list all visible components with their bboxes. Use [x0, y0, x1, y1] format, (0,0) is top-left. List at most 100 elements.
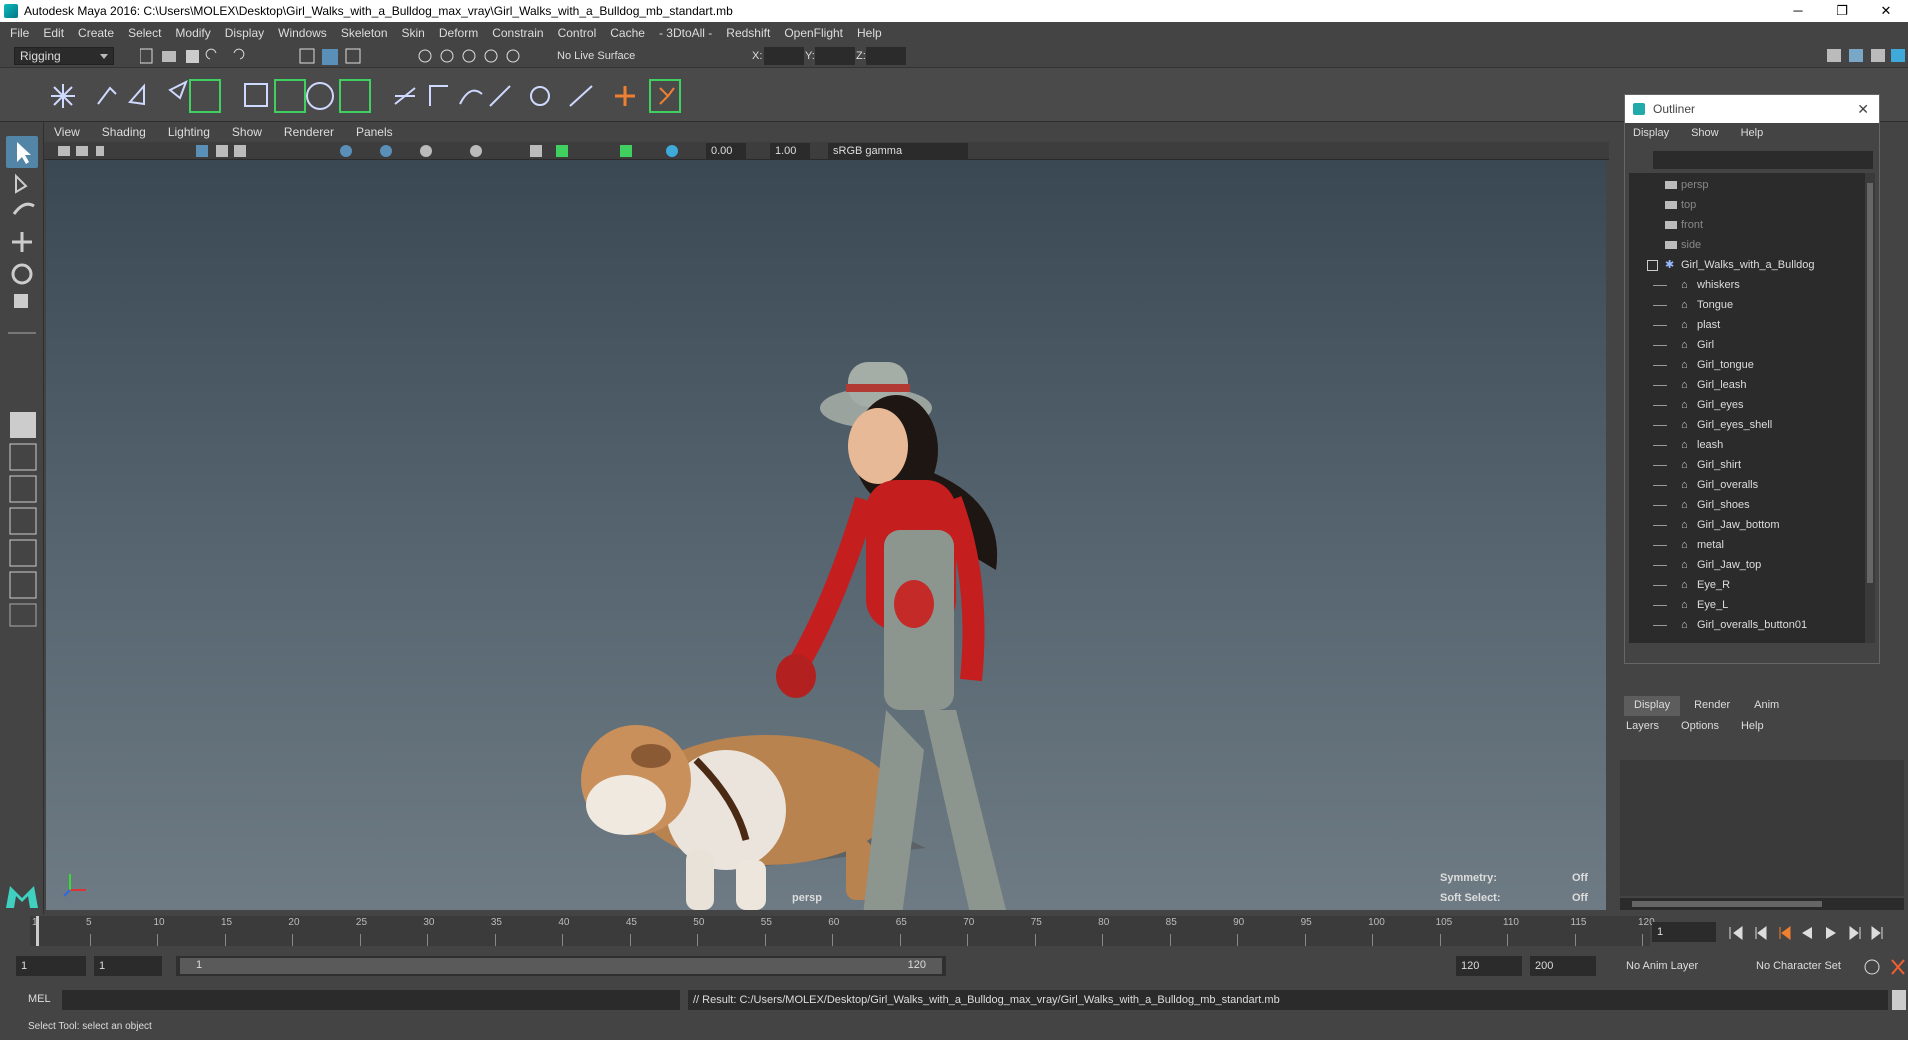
- timeline-tick: [899, 934, 901, 946]
- mesh-icon: ⌂: [1681, 459, 1688, 471]
- live-surface-label[interactable]: No Live Surface: [557, 50, 635, 62]
- outliner-item[interactable]: ⌂ metal: [1629, 535, 1869, 555]
- menu-select[interactable]: Select: [128, 26, 161, 40]
- menu-set-dropdown[interactable]: Rigging: [14, 47, 114, 65]
- viewport-menu-view[interactable]: View: [54, 125, 80, 139]
- outliner-item[interactable]: ⌂ Girl: [1629, 335, 1869, 355]
- timeline-tick: [89, 934, 91, 946]
- restore-button[interactable]: ❐: [1820, 0, 1864, 22]
- script-language-toggle[interactable]: MEL: [28, 993, 51, 1005]
- layer-list[interactable]: [1620, 760, 1904, 896]
- character-set-dropdown[interactable]: No Character Set: [1756, 960, 1841, 972]
- outliner-menu-help[interactable]: Help: [1741, 127, 1764, 139]
- menu-cache[interactable]: Cache: [610, 26, 645, 40]
- outliner-item[interactable]: ⌂ leash: [1629, 435, 1869, 455]
- playback-controls[interactable]: [1726, 924, 1906, 942]
- menu-openflight[interactable]: OpenFlight: [784, 26, 843, 40]
- exposure-field[interactable]: 0.00: [706, 143, 746, 159]
- gamma-field[interactable]: 1.00: [770, 143, 810, 159]
- prefs-icons[interactable]: [1862, 956, 1908, 978]
- current-frame-field[interactable]: 1: [1652, 922, 1716, 942]
- outliner-group-root[interactable]: ✱ Girl_Walks_with_a_Bulldog: [1629, 255, 1869, 275]
- timeline-tick-label: 105: [1435, 917, 1453, 928]
- viewport-toolbar-icons[interactable]: [56, 143, 696, 159]
- menu-skeleton[interactable]: Skeleton: [341, 26, 388, 40]
- timeline-tick-label: 30: [423, 917, 435, 928]
- layer-tab-anim[interactable]: Anim: [1744, 696, 1789, 716]
- menu-display[interactable]: Display: [225, 26, 264, 40]
- viewport-menu-show[interactable]: Show: [232, 125, 262, 139]
- minimize-button[interactable]: ─: [1776, 0, 1820, 22]
- layer-menu-layers[interactable]: Layers: [1626, 720, 1659, 732]
- layer-menu-options[interactable]: Options: [1681, 720, 1719, 732]
- outliner-item[interactable]: ⌂ Girl_eyes_shell: [1629, 415, 1869, 435]
- layer-tab-render[interactable]: Render: [1684, 696, 1740, 716]
- playback-start-field[interactable]: 1: [94, 956, 162, 976]
- outliner-item[interactable]: ⌂ Tongue: [1629, 295, 1869, 315]
- outliner-item[interactable]: ⌂ Girl_Jaw_top: [1629, 555, 1869, 575]
- viewport-menu-renderer[interactable]: Renderer: [284, 125, 334, 139]
- layer-menu-help[interactable]: Help: [1741, 720, 1764, 732]
- menu-edit[interactable]: Edit: [43, 26, 64, 40]
- outliner-item[interactable]: ⌂ Eye_R: [1629, 575, 1869, 595]
- outliner-camera-persp[interactable]: persp: [1629, 175, 1869, 195]
- range-slider-bar[interactable]: 1 120: [176, 956, 946, 976]
- outliner-item[interactable]: ⌂ Girl_eyes: [1629, 395, 1869, 415]
- viewport-menu-lighting[interactable]: Lighting: [168, 125, 210, 139]
- outliner-camera-front[interactable]: front: [1629, 215, 1869, 235]
- workspace-icons[interactable]: [1825, 46, 1908, 66]
- outliner-item[interactable]: ⌂ Girl_tongue: [1629, 355, 1869, 375]
- menu-redshift[interactable]: Redshift: [726, 26, 770, 40]
- shelf-tools[interactable]: [20, 74, 700, 118]
- outliner-item[interactable]: ⌂ Girl_shoes: [1629, 495, 1869, 515]
- color-space-dropdown[interactable]: sRGB gamma: [828, 143, 968, 159]
- z-field[interactable]: [866, 47, 906, 65]
- menu-3dtoall[interactable]: - 3DtoAll -: [659, 26, 712, 40]
- animation-start-field[interactable]: 1: [16, 956, 86, 976]
- outliner-item[interactable]: ⌂ Girl_Jaw_bottom: [1629, 515, 1869, 535]
- outliner-item[interactable]: ⌂ Eye_L: [1629, 595, 1869, 615]
- viewport-menu-panels[interactable]: Panels: [356, 125, 393, 139]
- outliner-item[interactable]: ⌂ Girl_shirt: [1629, 455, 1869, 475]
- outliner-camera-top[interactable]: top: [1629, 195, 1869, 215]
- menu-modify[interactable]: Modify: [175, 26, 210, 40]
- outliner-item[interactable]: ⌂ Girl_overalls: [1629, 475, 1869, 495]
- viewport-menu-shading[interactable]: Shading: [102, 125, 146, 139]
- outliner-item[interactable]: ⌂ whiskers: [1629, 275, 1869, 295]
- menu-control[interactable]: Control: [558, 26, 597, 40]
- menu-skin[interactable]: Skin: [402, 26, 425, 40]
- outliner-item[interactable]: ⌂ plast: [1629, 315, 1869, 335]
- outliner-close-button[interactable]: ✕: [1857, 95, 1869, 123]
- outliner-item[interactable]: ⌂ Girl_overalls_button01: [1629, 615, 1869, 635]
- outliner-search-input[interactable]: [1653, 151, 1873, 169]
- menu-windows[interactable]: Windows: [278, 26, 327, 40]
- y-field[interactable]: [815, 47, 855, 65]
- script-editor-icon[interactable]: [1892, 990, 1906, 1010]
- close-button[interactable]: ✕: [1864, 0, 1908, 22]
- layer-scrollbar[interactable]: [1620, 898, 1904, 910]
- outliner-menu-show[interactable]: Show: [1691, 127, 1719, 139]
- menu-help[interactable]: Help: [857, 26, 882, 40]
- outliner-camera-side[interactable]: side: [1629, 235, 1869, 255]
- menu-deform[interactable]: Deform: [439, 26, 478, 40]
- collapse-icon[interactable]: [1647, 260, 1658, 271]
- command-input[interactable]: [62, 990, 680, 1010]
- tool-icons[interactable]: [4, 134, 40, 674]
- outliner-item[interactable]: ⌂ Girl_leash: [1629, 375, 1869, 395]
- menu-file[interactable]: File: [10, 26, 29, 40]
- outliner-item-label: Girl_overalls_button01: [1697, 619, 1808, 631]
- outliner-scrollbar[interactable]: [1865, 173, 1875, 643]
- menu-create[interactable]: Create: [78, 26, 114, 40]
- anim-layer-dropdown[interactable]: No Anim Layer: [1626, 960, 1698, 972]
- timeline-tick-label: 55: [760, 917, 772, 928]
- time-slider-track[interactable]: 1 5 10 15 20 25 30 35 40 45 50 55 60 65 70 75 80 85 90 95 10…: [30, 916, 1655, 946]
- menu-constrain[interactable]: Constrain: [492, 26, 543, 40]
- outliner-tree[interactable]: persp top front side ✱ Girl_Walks_with_a_Bull…: [1629, 173, 1869, 643]
- scale-tool-icon: [14, 294, 28, 308]
- outliner-menu-display[interactable]: Display: [1633, 127, 1669, 139]
- current-time-indicator[interactable]: [36, 916, 39, 946]
- playback-end-field[interactable]: 120: [1456, 956, 1522, 976]
- x-field[interactable]: [764, 47, 804, 65]
- animation-end-field[interactable]: 200: [1530, 956, 1596, 976]
- layer-tab-display[interactable]: Display: [1624, 696, 1681, 716]
